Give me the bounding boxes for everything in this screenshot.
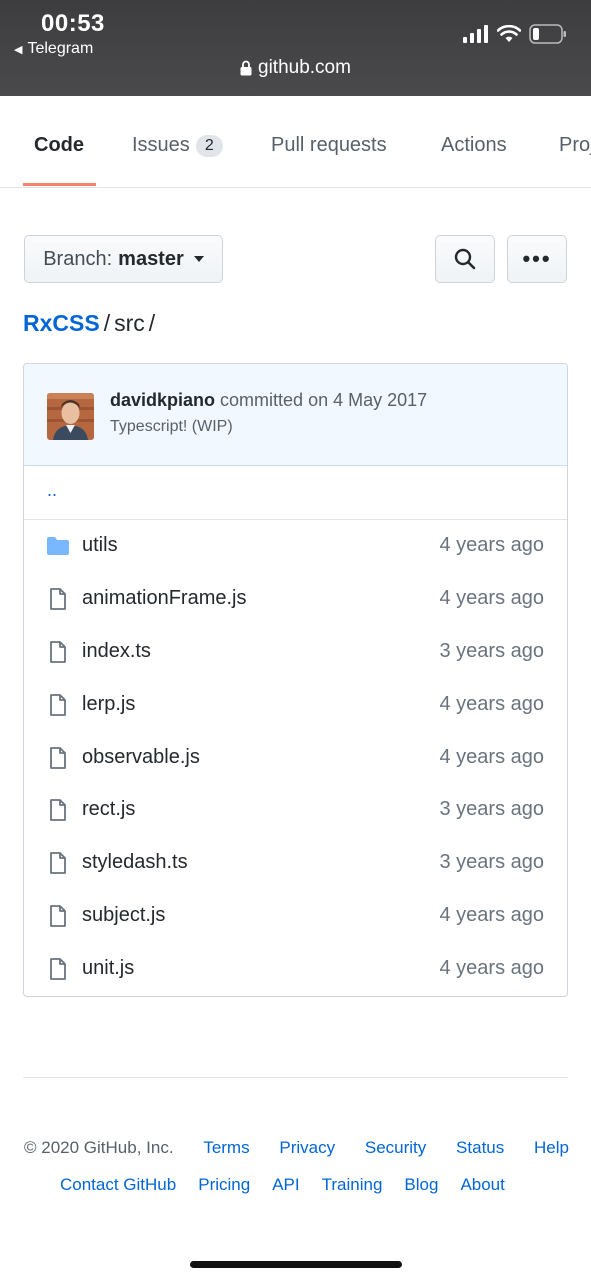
branch-select-button[interactable]: Branch: master (24, 235, 223, 283)
file-age: 3 years ago (439, 851, 544, 874)
footer-link-security[interactable]: Security (365, 1138, 426, 1158)
breadcrumb-repo-link[interactable]: RxCSS (23, 310, 100, 336)
tab-actions[interactable]: Actions (441, 134, 507, 157)
footer-link-about[interactable]: About (460, 1175, 504, 1195)
file-row[interactable]: styledash.ts 3 years ago (24, 837, 567, 890)
tab-issues-label: Issues (132, 134, 190, 156)
search-button[interactable] (435, 235, 495, 283)
latest-commit: davidkpiano committed on 4 May 2017 Type… (24, 364, 567, 466)
system-icons (463, 24, 567, 44)
file-rows: utils 4 years ago animationFrame.js 4 years… (24, 520, 567, 996)
file-icon (46, 957, 70, 981)
kebab-icon: ••• (522, 246, 552, 271)
file-row[interactable]: lerp.js 4 years ago (24, 679, 567, 732)
file-name-link[interactable]: unit.js (82, 957, 134, 980)
lock-icon (240, 60, 252, 76)
file-age: 4 years ago (439, 957, 544, 980)
back-to-app-button[interactable]: ◀ Telegram (14, 40, 93, 58)
active-tab-indicator (23, 183, 96, 186)
file-row[interactable]: unit.js 4 years ago (24, 943, 567, 996)
back-app-label: Telegram (27, 40, 94, 57)
breadcrumb: RxCSS / src / (23, 310, 159, 337)
file-row[interactable]: subject.js 4 years ago (24, 890, 567, 943)
file-icon (46, 746, 70, 770)
tab-pull-requests[interactable]: Pull requests (271, 134, 387, 157)
footer-link-privacy[interactable]: Privacy (279, 1138, 335, 1158)
footer-link-terms[interactable]: Terms (203, 1138, 249, 1158)
folder-icon (46, 534, 70, 558)
file-age: 4 years ago (439, 692, 544, 715)
battery-icon (529, 24, 566, 44)
search-icon (454, 248, 476, 270)
footer-row-1: © 2020 GitHub, Inc. Terms Privacy Securi… (24, 1138, 569, 1158)
address-bar[interactable]: github.com (0, 57, 591, 79)
branch-prefix: Branch: (43, 247, 113, 270)
status-bar: 00:53 ◀ Telegram github.com (0, 0, 591, 96)
more-options-button[interactable]: ••• (507, 235, 567, 283)
copyright-text: © 2020 GitHub, Inc. (24, 1138, 174, 1157)
file-name-link[interactable]: styledash.ts (82, 851, 188, 874)
home-indicator[interactable] (190, 1261, 402, 1268)
footer-link-status[interactable]: Status (456, 1138, 504, 1158)
breadcrumb-separator: / (148, 310, 156, 336)
file-name-link[interactable]: rect.js (82, 798, 135, 821)
file-name-link[interactable]: observable.js (82, 746, 200, 769)
file-name-link[interactable]: index.ts (82, 640, 151, 663)
breadcrumb-current-dir: src (114, 310, 145, 336)
file-list: davidkpiano committed on 4 May 2017 Type… (23, 363, 568, 997)
footer-link-help[interactable]: Help (534, 1138, 569, 1158)
footer-link-training[interactable]: Training (322, 1175, 383, 1195)
file-name-link[interactable]: subject.js (82, 904, 165, 927)
commit-date-text: committed on 4 May 2017 (220, 390, 428, 410)
footer-link-blog[interactable]: Blog (404, 1175, 438, 1195)
footer-divider (23, 1077, 568, 1078)
file-age: 3 years ago (439, 639, 544, 662)
file-age: 3 years ago (439, 798, 544, 821)
repo-tabs: Code Issues2 Pull requests Actions Proje… (0, 96, 591, 188)
file-row[interactable]: animationFrame.js 4 years ago (24, 573, 567, 626)
file-row[interactable]: rect.js 3 years ago (24, 784, 567, 837)
avatar[interactable] (47, 393, 94, 440)
file-icon (46, 587, 70, 611)
file-row[interactable]: utils 4 years ago (24, 520, 567, 573)
back-arrow-icon: ◀ (14, 43, 23, 56)
tab-code[interactable]: Code (34, 134, 84, 157)
commit-author-link[interactable]: davidkpiano (110, 390, 215, 410)
footer-row-2: Contact GitHub Pricing API Training Blog… (60, 1175, 505, 1195)
file-icon (46, 798, 70, 822)
parent-directory-link[interactable]: .. (47, 480, 57, 501)
file-age: 4 years ago (439, 586, 544, 609)
file-row[interactable]: index.ts 3 years ago (24, 626, 567, 679)
commit-info: davidkpiano committed on 4 May 2017 (110, 390, 427, 411)
file-age: 4 years ago (439, 534, 544, 556)
footer-link-pricing[interactable]: Pricing (198, 1175, 250, 1195)
footer-link-contact[interactable]: Contact GitHub (60, 1175, 176, 1195)
file-icon (46, 640, 70, 664)
file-name-link[interactable]: animationFrame.js (82, 587, 247, 610)
commit-message-link[interactable]: Typescript! (WIP) (110, 418, 233, 436)
file-icon (46, 851, 70, 875)
file-name-link[interactable]: utils (82, 534, 118, 557)
clock: 00:53 (41, 10, 105, 37)
tab-issues[interactable]: Issues 2 (132, 134, 223, 158)
file-age: 4 years ago (439, 745, 544, 768)
parent-directory-row[interactable]: .. (24, 466, 567, 520)
tab-projects[interactable]: Projects (559, 134, 591, 157)
branch-name: master (118, 247, 184, 270)
breadcrumb-separator: / (103, 310, 111, 336)
url-text: github.com (258, 57, 351, 78)
file-icon (46, 904, 70, 928)
file-row[interactable]: observable.js 4 years ago (24, 732, 567, 785)
file-icon (46, 693, 70, 717)
wifi-icon (497, 25, 521, 42)
issues-count-badge: 2 (195, 135, 223, 157)
footer-link-api[interactable]: API (272, 1175, 299, 1195)
signal-icon (463, 25, 488, 43)
file-age: 4 years ago (439, 904, 544, 927)
file-name-link[interactable]: lerp.js (82, 693, 135, 716)
caret-down-icon (193, 256, 204, 262)
